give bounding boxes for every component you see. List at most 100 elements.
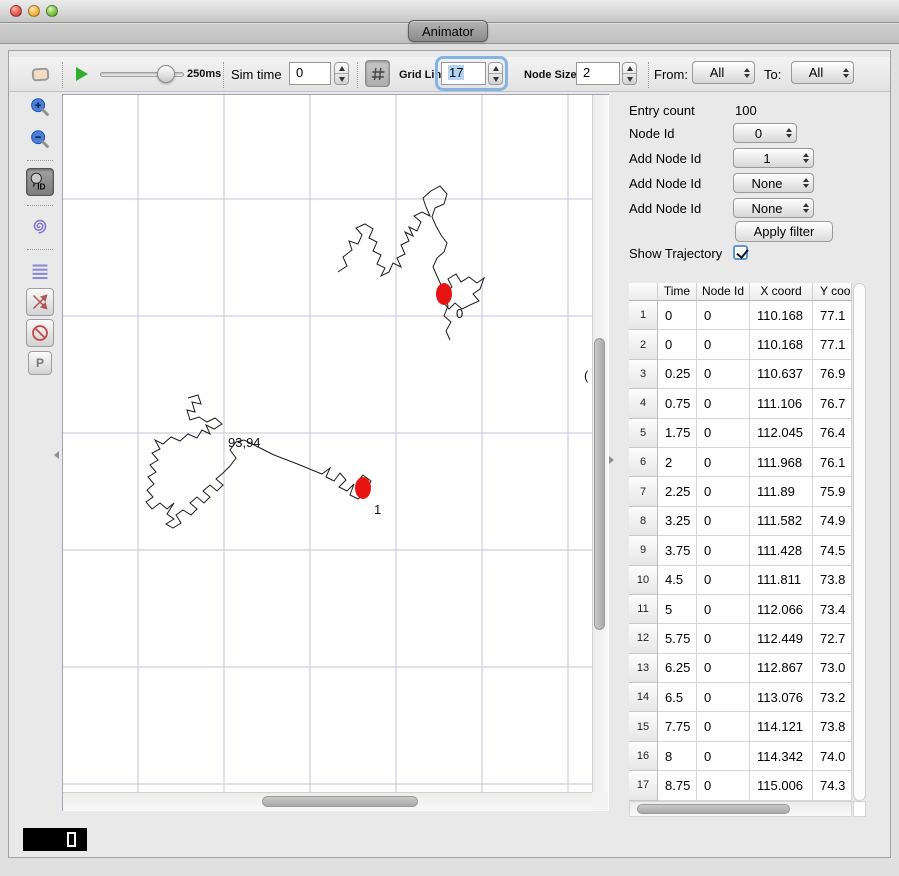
table-cell[interactable]: 5: [658, 595, 697, 624]
table-vertical-scrollbar[interactable]: [853, 283, 866, 801]
column-header-corner[interactable]: [629, 283, 658, 301]
table-cell[interactable]: 73.2: [813, 683, 852, 712]
table-row[interactable]: 146.50113.07673.2: [629, 683, 852, 712]
table-cell[interactable]: 0: [697, 712, 750, 741]
table-row[interactable]: 178.750115.00674.3: [629, 771, 852, 800]
table-row[interactable]: 93.750111.42874.5: [629, 536, 852, 565]
table-cell[interactable]: 2.25: [658, 477, 697, 506]
rect-select-button[interactable]: [27, 61, 54, 88]
table-cell[interactable]: 73.8: [813, 566, 852, 595]
table-row[interactable]: 40.750111.10676.7: [629, 389, 852, 418]
table-cell[interactable]: 74.0: [813, 742, 852, 771]
canvas-horizontal-scrollbar-thumb[interactable]: [262, 796, 418, 807]
table-cell[interactable]: 74.3: [813, 771, 852, 800]
splitter-handle-left[interactable]: [54, 451, 59, 459]
table-cell[interactable]: 0: [697, 595, 750, 624]
table-cell[interactable]: 0: [697, 419, 750, 448]
table-cell[interactable]: 111.428: [750, 536, 813, 565]
table-cell[interactable]: 7.75: [658, 712, 697, 741]
apply-filter-button[interactable]: Apply filter: [735, 221, 833, 242]
row-number[interactable]: 14: [629, 683, 658, 712]
row-number[interactable]: 4: [629, 389, 658, 418]
table-horizontal-scrollbar-thumb[interactable]: [637, 804, 790, 814]
table-cell[interactable]: 3.75: [658, 536, 697, 565]
table-cell[interactable]: 2: [658, 448, 697, 477]
table-row[interactable]: 1680114.34274.0: [629, 742, 852, 771]
table-header[interactable]: TimeNode IdX coordY coord: [629, 283, 852, 301]
grid-lines-input[interactable]: 17: [441, 62, 486, 85]
table-cell[interactable]: 112.449: [750, 624, 813, 653]
table-cell[interactable]: 8.75: [658, 771, 697, 800]
add-node-id-dropdown-1[interactable]: 1: [733, 148, 814, 168]
table-cell[interactable]: 76.4: [813, 419, 852, 448]
table-cell[interactable]: 4.5: [658, 566, 697, 595]
table-cell[interactable]: 76.9: [813, 360, 852, 389]
row-number[interactable]: 15: [629, 712, 658, 741]
table-row[interactable]: 72.250111.8975.9: [629, 477, 852, 506]
table-cell[interactable]: 0: [697, 624, 750, 653]
show-trajectory-checkbox[interactable]: [733, 245, 748, 260]
table-row[interactable]: 620111.96876.1: [629, 448, 852, 477]
table-row[interactable]: 1150112.06673.4: [629, 595, 852, 624]
table-cell[interactable]: 110.168: [750, 330, 813, 359]
table-row[interactable]: 157.750114.12173.8: [629, 712, 852, 741]
table-cell[interactable]: 0: [658, 301, 697, 330]
table-cell[interactable]: 0: [697, 330, 750, 359]
zoom-out-button[interactable]: [26, 126, 54, 154]
node-size-input[interactable]: 2: [576, 62, 620, 85]
node-size-stepper[interactable]: [622, 62, 637, 85]
table-cell[interactable]: 5.75: [658, 624, 697, 653]
table-cell[interactable]: 110.637: [750, 360, 813, 389]
canvas-vertical-scrollbar-thumb[interactable]: [594, 338, 605, 630]
table-cell[interactable]: 74.5: [813, 536, 852, 565]
table-cell[interactable]: 73.8: [813, 712, 852, 741]
table-cell[interactable]: 75.9: [813, 477, 852, 506]
p-tool-button[interactable]: P: [28, 351, 52, 375]
table-cell[interactable]: 77.1: [813, 301, 852, 330]
add-node-id-dropdown-2[interactable]: None: [733, 173, 814, 193]
table-cell[interactable]: 0: [697, 771, 750, 800]
row-number[interactable]: 3: [629, 360, 658, 389]
sim-time-stepper[interactable]: [334, 62, 349, 85]
table-cell[interactable]: 111.89: [750, 477, 813, 506]
play-button[interactable]: [76, 67, 88, 81]
table-cell[interactable]: 0: [697, 360, 750, 389]
table-cell[interactable]: 8: [658, 742, 697, 771]
table-cell[interactable]: 76.1: [813, 448, 852, 477]
table-cell[interactable]: 73.0: [813, 654, 852, 683]
row-number[interactable]: 11: [629, 595, 658, 624]
table-cell[interactable]: 0: [658, 330, 697, 359]
row-number[interactable]: 13: [629, 654, 658, 683]
row-number[interactable]: 1: [629, 301, 658, 330]
grid-lines-stepper[interactable]: [488, 62, 503, 85]
table-cell[interactable]: 114.342: [750, 742, 813, 771]
table-cell[interactable]: 0: [697, 683, 750, 712]
row-number[interactable]: 10: [629, 566, 658, 595]
table-cell[interactable]: 112.045: [750, 419, 813, 448]
packet-list-button[interactable]: [26, 257, 54, 285]
table-cell[interactable]: 111.811: [750, 566, 813, 595]
splitter-handle-right[interactable]: [609, 456, 614, 464]
column-header-Time[interactable]: Time: [658, 283, 697, 301]
table-cell[interactable]: 111.968: [750, 448, 813, 477]
table-cell[interactable]: 73.4: [813, 595, 852, 624]
animation-canvas[interactable]: 0193,94(: [63, 95, 592, 792]
table-row[interactable]: 30.250110.63776.9: [629, 360, 852, 389]
table-cell[interactable]: 0.75: [658, 389, 697, 418]
node-id-dropdown[interactable]: 0: [733, 123, 797, 143]
table-cell[interactable]: 3.25: [658, 507, 697, 536]
row-number[interactable]: 7: [629, 477, 658, 506]
table-row[interactable]: 51.750112.04576.4: [629, 419, 852, 448]
minimize-button[interactable]: [28, 5, 40, 17]
row-number[interactable]: 2: [629, 330, 658, 359]
column-header-X coord[interactable]: X coord: [750, 283, 813, 301]
node-id-toggle-button[interactable]: ID: [26, 168, 54, 196]
table-cell[interactable]: 0.25: [658, 360, 697, 389]
grid-toggle-button[interactable]: [365, 60, 390, 87]
row-number[interactable]: 16: [629, 742, 658, 771]
table-cell[interactable]: 0: [697, 389, 750, 418]
from-dropdown[interactable]: All: [692, 61, 755, 84]
column-header-Node Id[interactable]: Node Id: [697, 283, 750, 301]
sim-time-input[interactable]: 0: [289, 62, 331, 85]
zoom-window-button[interactable]: [46, 5, 58, 17]
